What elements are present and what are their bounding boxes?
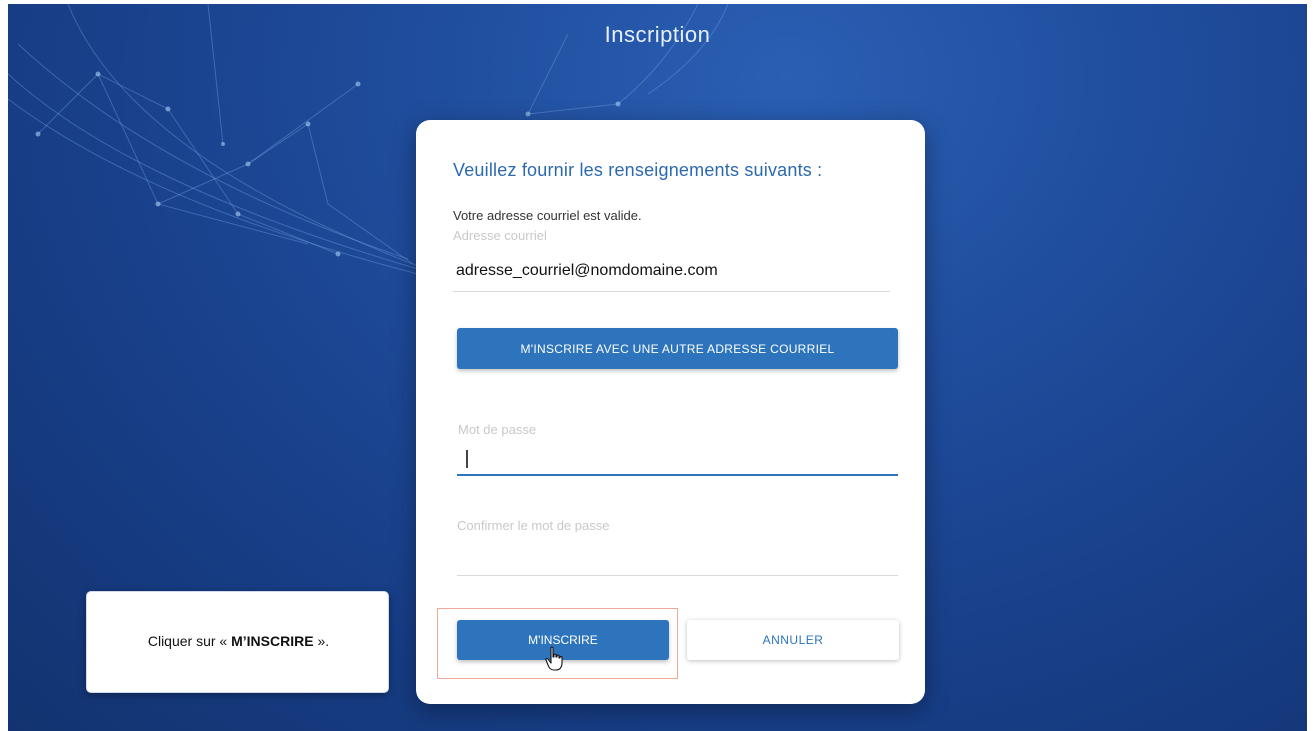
email-underline bbox=[453, 291, 890, 292]
callout-bold: M’INSCRIRE bbox=[231, 633, 314, 649]
instruction-callout: Cliquer sur « M’INSCRIRE ». bbox=[86, 591, 389, 693]
form-heading: Veuillez fournir les renseignements suiv… bbox=[453, 160, 823, 180]
hand-pointer-icon bbox=[545, 646, 563, 671]
email-label: Adresse courriel bbox=[453, 228, 547, 243]
confirm-password-input[interactable] bbox=[457, 540, 898, 576]
cancel-button[interactable]: ANNULER bbox=[687, 620, 899, 660]
page-background: Inscription Veuillez fournir les renseig… bbox=[8, 4, 1307, 731]
callout-prefix: Cliquer sur « bbox=[147, 633, 232, 649]
email-valid-message: Votre adresse courriel est valide. bbox=[453, 208, 642, 223]
email-value: adresse_courriel@nomdomaine.com bbox=[456, 262, 718, 279]
page-title: Inscription bbox=[604, 22, 711, 47]
callout-text: Cliquer sur « M’INSCRIRE ». bbox=[87, 633, 390, 649]
other-address-button[interactable]: M'INSCRIRE AVEC UNE AUTRE ADRESSE COURRI… bbox=[457, 328, 898, 369]
text-caret bbox=[466, 450, 468, 468]
password-label: Mot de passe bbox=[458, 422, 537, 437]
confirm-password-label: Confirmer le mot de passe bbox=[457, 518, 610, 533]
callout-suffix: ». bbox=[313, 633, 330, 649]
registration-card: Veuillez fournir les renseignements suiv… bbox=[416, 120, 925, 704]
password-input[interactable] bbox=[457, 440, 898, 476]
